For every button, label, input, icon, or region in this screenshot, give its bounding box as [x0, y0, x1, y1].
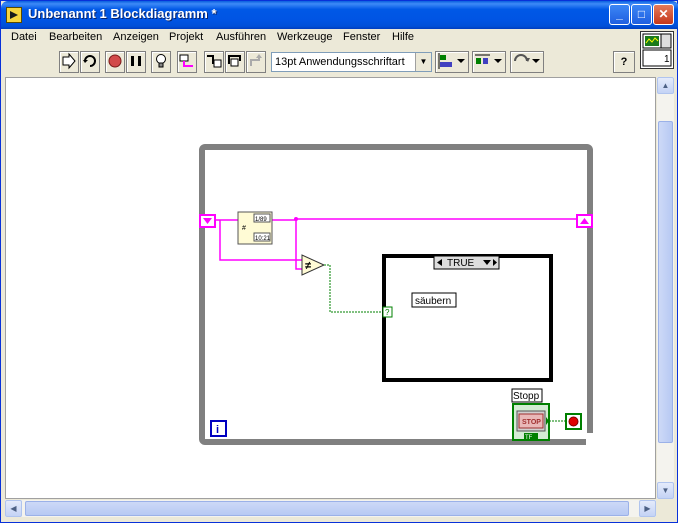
context-help-button[interactable]: ? — [613, 51, 635, 73]
vertical-scrollbar[interactable]: ▲ ▼ — [657, 77, 674, 499]
menu-werkzeuge[interactable]: Werkzeuge — [277, 31, 332, 43]
scroll-right-icon[interactable]: ▶ — [639, 500, 656, 517]
main-window: Unbenannt 1 Blockdiagramm * _ □ ✕ Datei … — [0, 0, 678, 523]
wire-timer-to-compare — [295, 219, 302, 270]
horizontal-scrollbar[interactable]: ◀ ▶ — [5, 500, 656, 517]
not-equal-glyph: ≠ — [305, 260, 311, 272]
block-diagram-canvas[interactable]: 1/89 # 10:21 ≠ TRUE ? säubern Stopp STOP… — [5, 77, 656, 499]
wire-bool-to-case — [324, 264, 384, 313]
menu-datei[interactable]: Datei — [11, 31, 37, 43]
timer-line-1: 1/89 — [255, 217, 267, 223]
scroll-down-icon[interactable]: ▼ — [657, 482, 674, 499]
run-continuously-icon — [83, 55, 96, 67]
step-out-button[interactable] — [246, 51, 266, 73]
align-objects-button[interactable] — [435, 51, 469, 73]
stop-if-true-icon — [568, 416, 579, 427]
lightbulb-icon — [156, 54, 166, 68]
window-title: Unbenannt 1 Blockdiagramm * — [28, 6, 217, 21]
font-select-value: 13pt Anwendungsschriftart — [275, 56, 405, 68]
distribute-objects-button[interactable] — [472, 51, 506, 73]
menu-fenster[interactable]: Fenster — [343, 31, 380, 43]
distribute-objects-icon — [475, 54, 502, 64]
connector-pane-icon[interactable]: 1 — [640, 31, 674, 69]
tf-text: TF — [525, 435, 533, 441]
close-button[interactable]: ✕ — [653, 4, 674, 25]
probe-icon — [179, 54, 193, 67]
abort-stop-icon — [108, 54, 122, 68]
align-objects-icon — [438, 53, 465, 69]
case-string-label: säubern — [415, 296, 451, 307]
timer-line-3: 10:21 — [255, 236, 271, 242]
scroll-up-icon[interactable]: ▲ — [657, 77, 674, 94]
menu-hilfe[interactable]: Hilfe — [392, 31, 414, 43]
menu-projekt[interactable]: Projekt — [169, 31, 203, 43]
highlight-execution-button[interactable] — [151, 51, 171, 73]
reorder-button[interactable] — [510, 51, 544, 73]
title-bar[interactable]: Unbenannt 1 Blockdiagramm * _ □ ✕ — [1, 1, 678, 29]
step-out-icon — [250, 54, 262, 66]
timer-line-2: # — [242, 225, 246, 232]
maximize-button[interactable]: □ — [631, 4, 652, 25]
minimize-button[interactable]: _ — [609, 4, 630, 25]
toolbar: 13pt Anwendungsschriftart ▼ ? — [5, 49, 635, 75]
case-structure-border — [382, 254, 553, 382]
step-over-icon — [228, 55, 241, 67]
run-button[interactable] — [59, 51, 79, 73]
while-loop-gap — [586, 433, 596, 445]
run-arrow-icon — [62, 52, 76, 70]
step-into-button[interactable] — [204, 51, 224, 73]
pause-icon — [131, 56, 141, 66]
iteration-glyph: i — [216, 424, 219, 436]
horizontal-scroll-thumb[interactable] — [25, 501, 629, 516]
step-over-button[interactable] — [225, 51, 245, 73]
resize-grip[interactable] — [657, 500, 674, 517]
retain-wire-values-button[interactable] — [177, 51, 197, 73]
vertical-scroll-thumb[interactable] — [658, 121, 673, 443]
menu-ausfuehren[interactable]: Ausführen — [216, 31, 266, 43]
pause-button[interactable] — [126, 51, 146, 73]
diagram-svg: 1/89 # 10:21 ≠ TRUE ? säubern Stopp STOP… — [199, 144, 596, 445]
menu-bar: Datei Bearbeiten Anzeigen Projekt Ausfüh… — [5, 29, 635, 47]
font-select[interactable]: 13pt Anwendungsschriftart ▼ — [271, 52, 432, 72]
reorder-icon — [514, 54, 540, 63]
abort-button[interactable] — [105, 51, 125, 73]
menu-anzeigen[interactable]: Anzeigen — [113, 31, 159, 43]
svg-text:?: ? — [385, 308, 390, 317]
stop-label: Stopp — [513, 391, 540, 402]
scroll-left-icon[interactable]: ◀ — [5, 500, 22, 517]
labview-app-icon — [6, 7, 22, 23]
wire-junction — [294, 217, 298, 221]
connector-pane-number: 1 — [664, 54, 670, 65]
menu-bearbeiten[interactable]: Bearbeiten — [49, 31, 102, 43]
case-selector-value: TRUE — [447, 258, 475, 269]
stop-button-text: STOP — [522, 419, 541, 426]
step-into-icon — [207, 55, 222, 68]
run-continuously-button[interactable] — [80, 51, 100, 73]
chevron-down-icon[interactable]: ▼ — [415, 53, 431, 71]
